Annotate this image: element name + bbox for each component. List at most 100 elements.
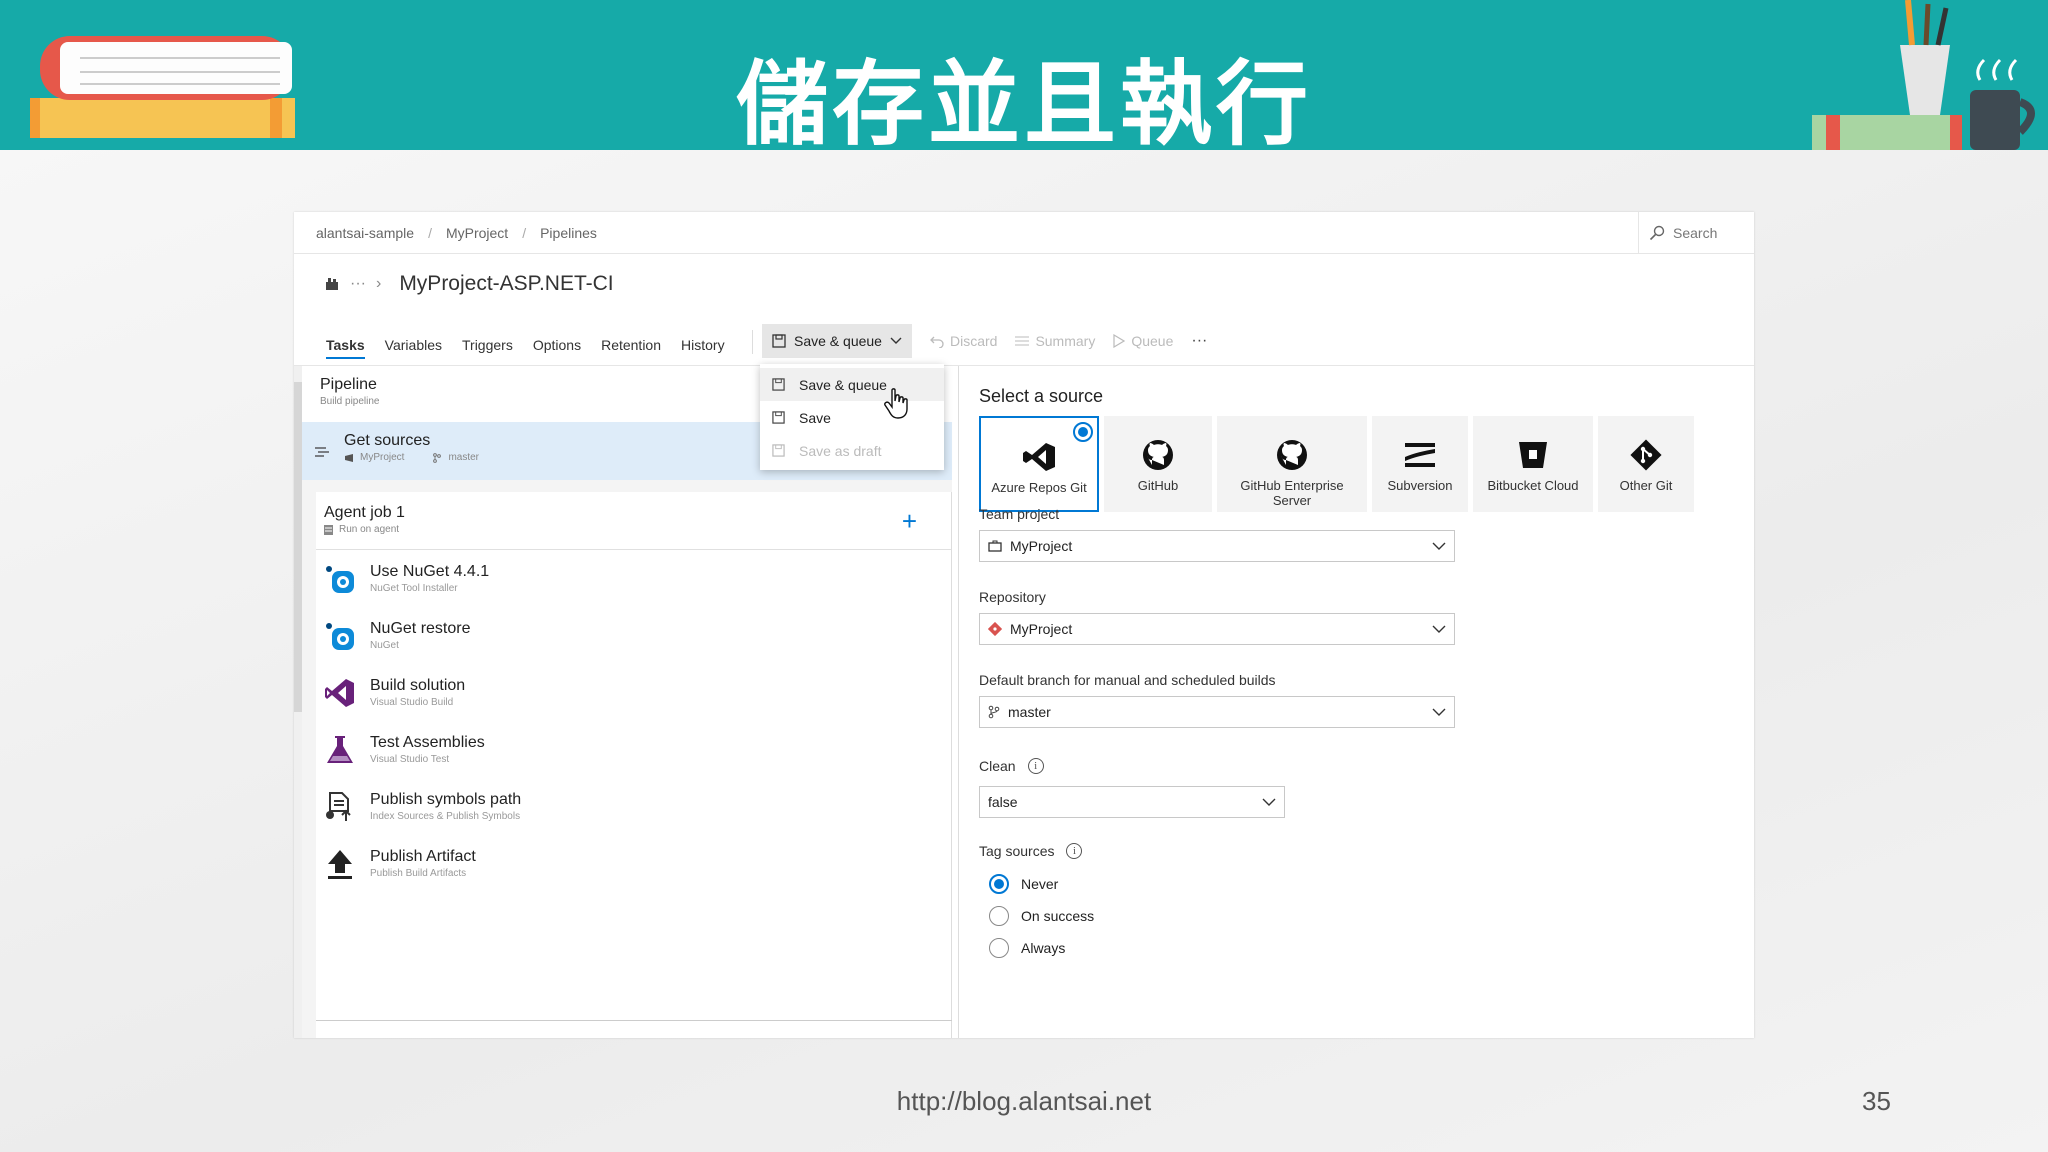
team-project-select[interactable]: MyProject [979, 530, 1455, 562]
visual-studio-icon [324, 677, 356, 709]
selected-radio-icon [1073, 422, 1093, 442]
tab-history[interactable]: History [681, 337, 725, 353]
get-sources-details: MyProject master [344, 452, 479, 463]
page-number: 35 [1862, 1086, 1891, 1116]
task-subtitle: Visual Studio Test [370, 754, 450, 765]
job-bottom-border [316, 1020, 952, 1021]
clean-value: false [988, 794, 1018, 810]
left-scrollbar[interactable] [294, 366, 302, 1038]
clean-label: Clean [979, 758, 1016, 774]
source-label: Azure Repos Git [991, 480, 1087, 495]
save-queue-button[interactable]: Save & queue [762, 324, 912, 358]
tab-tasks[interactable]: Tasks [326, 337, 365, 359]
menu-item-save[interactable]: Save [760, 401, 944, 434]
menu-item-save-as-draft[interactable]: Save as draft [760, 434, 944, 467]
pipeline-name[interactable]: MyProject-ASP.NET-CI [399, 272, 613, 296]
breadcrumb-project[interactable]: MyProject [446, 225, 508, 241]
radio-button-checked[interactable] [989, 874, 1009, 894]
task-nuget-restore[interactable]: NuGet restore NuGet [316, 607, 951, 664]
source-github-enterprise[interactable]: GitHub Enterprise Server [1217, 416, 1367, 512]
select-source-heading: Select a source [979, 386, 1104, 406]
list-icon [1015, 336, 1030, 346]
git-icon [1630, 438, 1662, 472]
search-box[interactable]: Search [1638, 212, 1754, 254]
task-title: Use NuGet 4.4.1 [370, 563, 490, 580]
hand-cursor-icon [884, 388, 908, 419]
breadcrumb-org[interactable]: alantsai-sample [316, 225, 414, 241]
chevron-down-icon [1432, 625, 1446, 633]
footer-url: http://blog.alantsai.net [896, 1086, 1152, 1116]
source-bitbucket[interactable]: Bitbucket Cloud [1473, 416, 1593, 512]
info-icon[interactable]: i [1027, 758, 1044, 774]
summary-label: Summary [1035, 333, 1096, 349]
source-label: GitHub [1137, 478, 1179, 493]
source-azure-repos[interactable]: Azure Repos Git [979, 416, 1099, 512]
task-publish-artifact[interactable]: Publish Artifact Publish Build Artifacts [316, 835, 951, 892]
agent-job-subtitle: Run on agent [324, 524, 943, 535]
task-title: Publish Artifact [370, 848, 476, 865]
tab-options[interactable]: Options [533, 337, 581, 353]
source-label: Bitbucket Cloud [1487, 478, 1579, 493]
project-icon [988, 540, 1002, 552]
chevron-down-icon [1432, 708, 1446, 716]
default-branch-value: master [1008, 704, 1051, 720]
slide-title: 儲存並且執行 [735, 51, 1312, 158]
task-publish-symbols[interactable]: Publish symbols path Index Sources & Pub… [316, 778, 951, 835]
agent-job-header[interactable]: Agent job 1 Run on agent + [316, 492, 951, 550]
tab-retention[interactable]: Retention [601, 337, 661, 353]
save-icon [772, 411, 785, 424]
task-test-assemblies[interactable]: Test Assemblies Visual Studio Test [316, 721, 951, 778]
source-github[interactable]: GitHub [1104, 416, 1212, 512]
default-branch-label: Default branch for manual and scheduled … [979, 672, 1276, 688]
radio-button[interactable] [989, 906, 1009, 926]
subversion-icon [1404, 438, 1436, 472]
get-sources-icon [315, 447, 329, 457]
discard-button[interactable]: Discard [930, 333, 997, 349]
build-pipeline-icon [326, 278, 338, 290]
chevron-down-icon [1432, 542, 1446, 550]
more-breadcrumb-button[interactable]: ··· [350, 275, 366, 293]
azure-repos-icon [1022, 440, 1056, 474]
more-actions-button[interactable]: ··· [1191, 332, 1207, 350]
summary-button[interactable]: Summary [1015, 333, 1095, 349]
radio-button[interactable] [989, 938, 1009, 958]
queue-button[interactable]: Queue [1113, 333, 1173, 349]
tag-sources-always[interactable]: Always [989, 938, 1065, 958]
radio-label: On success [1021, 908, 1095, 924]
scrollbar-thumb[interactable] [294, 382, 302, 712]
task-subtitle: NuGet Tool Installer [370, 583, 458, 594]
source-label: Subversion [1387, 478, 1453, 493]
task-build-solution[interactable]: Build solution Visual Studio Build [316, 664, 951, 721]
flask-icon [324, 734, 356, 766]
search-icon [1649, 225, 1665, 241]
clean-select[interactable]: false [979, 786, 1285, 818]
save-icon [772, 378, 785, 391]
publish-symbols-icon [324, 791, 356, 823]
upload-icon [324, 848, 356, 880]
repository-label: Repository [979, 589, 1046, 605]
breadcrumb-pipelines[interactable]: Pipelines [540, 225, 597, 241]
info-icon[interactable]: i [1066, 843, 1083, 859]
tag-sources-on-success[interactable]: On success [989, 906, 1094, 926]
task-title: Publish symbols path [370, 791, 522, 808]
source-subversion[interactable]: Subversion [1372, 416, 1468, 512]
tab-triggers[interactable]: Triggers [462, 337, 513, 353]
task-use-nuget[interactable]: Use NuGet 4.4.1 NuGet Tool Installer [316, 550, 951, 607]
tag-sources-never[interactable]: Never [989, 874, 1058, 894]
save-dropdown-menu: Save & queue Save Save as draft [760, 364, 944, 470]
default-branch-select[interactable]: master [979, 696, 1455, 728]
menu-item-label: Save as draft [799, 442, 882, 459]
repository-value: MyProject [1010, 621, 1073, 637]
get-sources-repo: MyProject [360, 452, 405, 463]
add-task-button[interactable]: + [902, 506, 917, 537]
repository-select[interactable]: MyProject [979, 613, 1455, 645]
source-other-git[interactable]: Other Git [1598, 416, 1694, 512]
search-label: Search [1673, 225, 1718, 241]
get-sources-title: Get sources [344, 432, 431, 449]
agent-job-title: Agent job 1 [324, 504, 405, 521]
tab-variables[interactable]: Variables [385, 337, 442, 353]
save-queue-label: Save & queue [794, 333, 882, 349]
play-icon [1113, 334, 1126, 348]
git-repo-icon [988, 622, 1002, 636]
menu-item-save-and-queue[interactable]: Save & queue [760, 368, 944, 401]
